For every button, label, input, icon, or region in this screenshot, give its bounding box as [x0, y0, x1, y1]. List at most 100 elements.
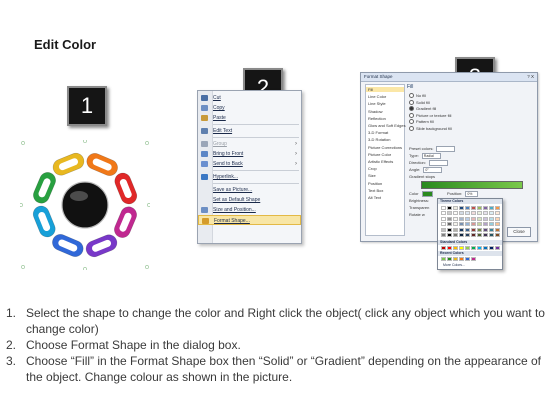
color-swatch[interactable]: [477, 233, 482, 237]
color-swatch[interactable]: [477, 206, 482, 210]
chain-link[interactable]: [51, 151, 87, 178]
selection-handle[interactable]: [147, 203, 150, 207]
color-swatch[interactable]: [471, 216, 476, 221]
color-swatch[interactable]: [447, 227, 452, 232]
fill-option-radio[interactable]: Pattern fill: [409, 119, 434, 125]
color-swatch[interactable]: [447, 206, 452, 210]
color-swatch[interactable]: [453, 206, 458, 210]
color-swatch[interactable]: [483, 222, 488, 226]
direction-field[interactable]: Direction:: [409, 160, 448, 166]
category-item[interactable]: Picture Corrections: [368, 145, 402, 150]
chain-link[interactable]: [31, 170, 58, 206]
category-item[interactable]: Line Color: [368, 94, 386, 99]
color-swatch[interactable]: [495, 233, 500, 237]
color-swatch[interactable]: [495, 211, 500, 215]
color-swatch[interactable]: [459, 233, 464, 237]
selection-handle[interactable]: [21, 141, 25, 145]
category-item[interactable]: Glow and Soft Edges: [368, 123, 406, 128]
fill-option-radio[interactable]: Gradient fill: [409, 106, 436, 112]
menu-item-save-as-picture[interactable]: Save as Picture...: [198, 185, 301, 195]
color-swatch[interactable]: [465, 222, 470, 226]
color-swatch[interactable]: [489, 233, 494, 237]
color-swatch[interactable]: [471, 233, 476, 237]
menu-item-copy[interactable]: Copy: [198, 103, 301, 113]
color-swatch[interactable]: [441, 222, 446, 226]
color-swatch[interactable]: [459, 211, 464, 215]
category-item[interactable]: Position: [368, 181, 382, 186]
preset-dropdown[interactable]: [436, 146, 456, 152]
menu-item-set-as-default-shape[interactable]: Set as Default Shape: [198, 195, 301, 205]
color-swatch[interactable]: [441, 216, 446, 221]
color-swatch[interactable]: [453, 211, 458, 215]
color-swatch[interactable]: [459, 246, 464, 250]
color-swatch[interactable]: [459, 222, 464, 226]
chain-link[interactable]: [84, 151, 120, 178]
angle-input[interactable]: 0°: [423, 167, 443, 173]
chain-link[interactable]: [31, 204, 58, 240]
color-swatch[interactable]: [453, 257, 458, 261]
menu-item-format-shape[interactable]: Format Shape...: [198, 215, 301, 225]
position-field[interactable]: Position: 0%: [447, 191, 479, 197]
color-swatch[interactable]: [495, 216, 500, 221]
color-swatch[interactable]: [495, 206, 500, 210]
color-swatch[interactable]: [447, 257, 452, 261]
category-item[interactable]: Reflection: [368, 116, 386, 121]
color-swatch[interactable]: [447, 233, 452, 237]
color-swatch[interactable]: [483, 246, 488, 250]
selection-handle[interactable]: [21, 265, 25, 269]
color-swatch[interactable]: [489, 222, 494, 226]
color-swatch[interactable]: [495, 246, 500, 250]
selection-handle[interactable]: [145, 265, 149, 269]
category-item[interactable]: Artistic Effects: [368, 159, 393, 164]
chain-link[interactable]: [50, 232, 86, 259]
color-swatch[interactable]: [483, 206, 488, 210]
color-swatch[interactable]: [495, 222, 500, 226]
fill-option-radio[interactable]: Picture or texture fill: [409, 113, 451, 118]
category-item[interactable]: 3-D Format: [368, 130, 388, 135]
color-swatch[interactable]: [453, 233, 458, 237]
color-swatch[interactable]: [465, 233, 470, 237]
type-field[interactable]: Type: Radial: [409, 153, 441, 159]
color-swatch[interactable]: [459, 227, 464, 232]
chain-link[interactable]: [112, 171, 139, 207]
selection-handle[interactable]: [145, 141, 149, 145]
color-swatch[interactable]: [441, 233, 446, 237]
color-swatch[interactable]: [477, 227, 482, 232]
more-colors-link[interactable]: More Colors...: [443, 263, 465, 267]
color-swatch[interactable]: [495, 227, 500, 232]
color-swatch[interactable]: [441, 227, 446, 232]
category-item[interactable]: Alt Text: [368, 195, 381, 200]
color-swatch[interactable]: [453, 246, 458, 250]
menu-item-edit-text[interactable]: Edit Text: [198, 126, 301, 136]
direction-dropdown[interactable]: [428, 160, 448, 166]
category-item[interactable]: Text Box: [368, 188, 383, 193]
close-button[interactable]: Close: [507, 227, 531, 237]
color-swatch[interactable]: [477, 222, 482, 226]
selection-handle[interactable]: [20, 203, 23, 207]
color-swatch[interactable]: [465, 211, 470, 215]
menu-item-paste[interactable]: Paste: [198, 113, 301, 123]
color-field[interactable]: Color: [409, 191, 433, 197]
color-swatch[interactable]: [489, 227, 494, 232]
color-swatch[interactable]: [465, 216, 470, 221]
color-swatch[interactable]: [447, 216, 452, 221]
color-swatch[interactable]: [471, 246, 476, 250]
fill-option-radio[interactable]: Solid fill: [409, 100, 430, 105]
menu-item-send-to-back[interactable]: Send to Back ›: [198, 159, 301, 169]
color-swatch[interactable]: [471, 211, 476, 215]
selection-handle[interactable]: [83, 140, 87, 143]
color-swatch[interactable]: [477, 216, 482, 221]
color-swatch[interactable]: [453, 222, 458, 226]
position-input[interactable]: 0%: [465, 191, 479, 197]
type-dropdown[interactable]: Radial: [421, 153, 441, 159]
color-swatch[interactable]: [441, 211, 446, 215]
color-swatch[interactable]: [471, 222, 476, 226]
fill-option-radio[interactable]: No fill: [409, 93, 426, 99]
color-swatch[interactable]: [483, 211, 488, 215]
color-swatch[interactable]: [447, 246, 452, 250]
menu-item-hyperlink[interactable]: Hyperlink...: [198, 172, 301, 182]
selection-handle[interactable]: [83, 267, 87, 270]
rotate-checkbox[interactable]: Rotate w: [409, 212, 425, 217]
color-swatch[interactable]: [441, 246, 446, 250]
gradient-stops-bar[interactable]: [421, 181, 523, 189]
